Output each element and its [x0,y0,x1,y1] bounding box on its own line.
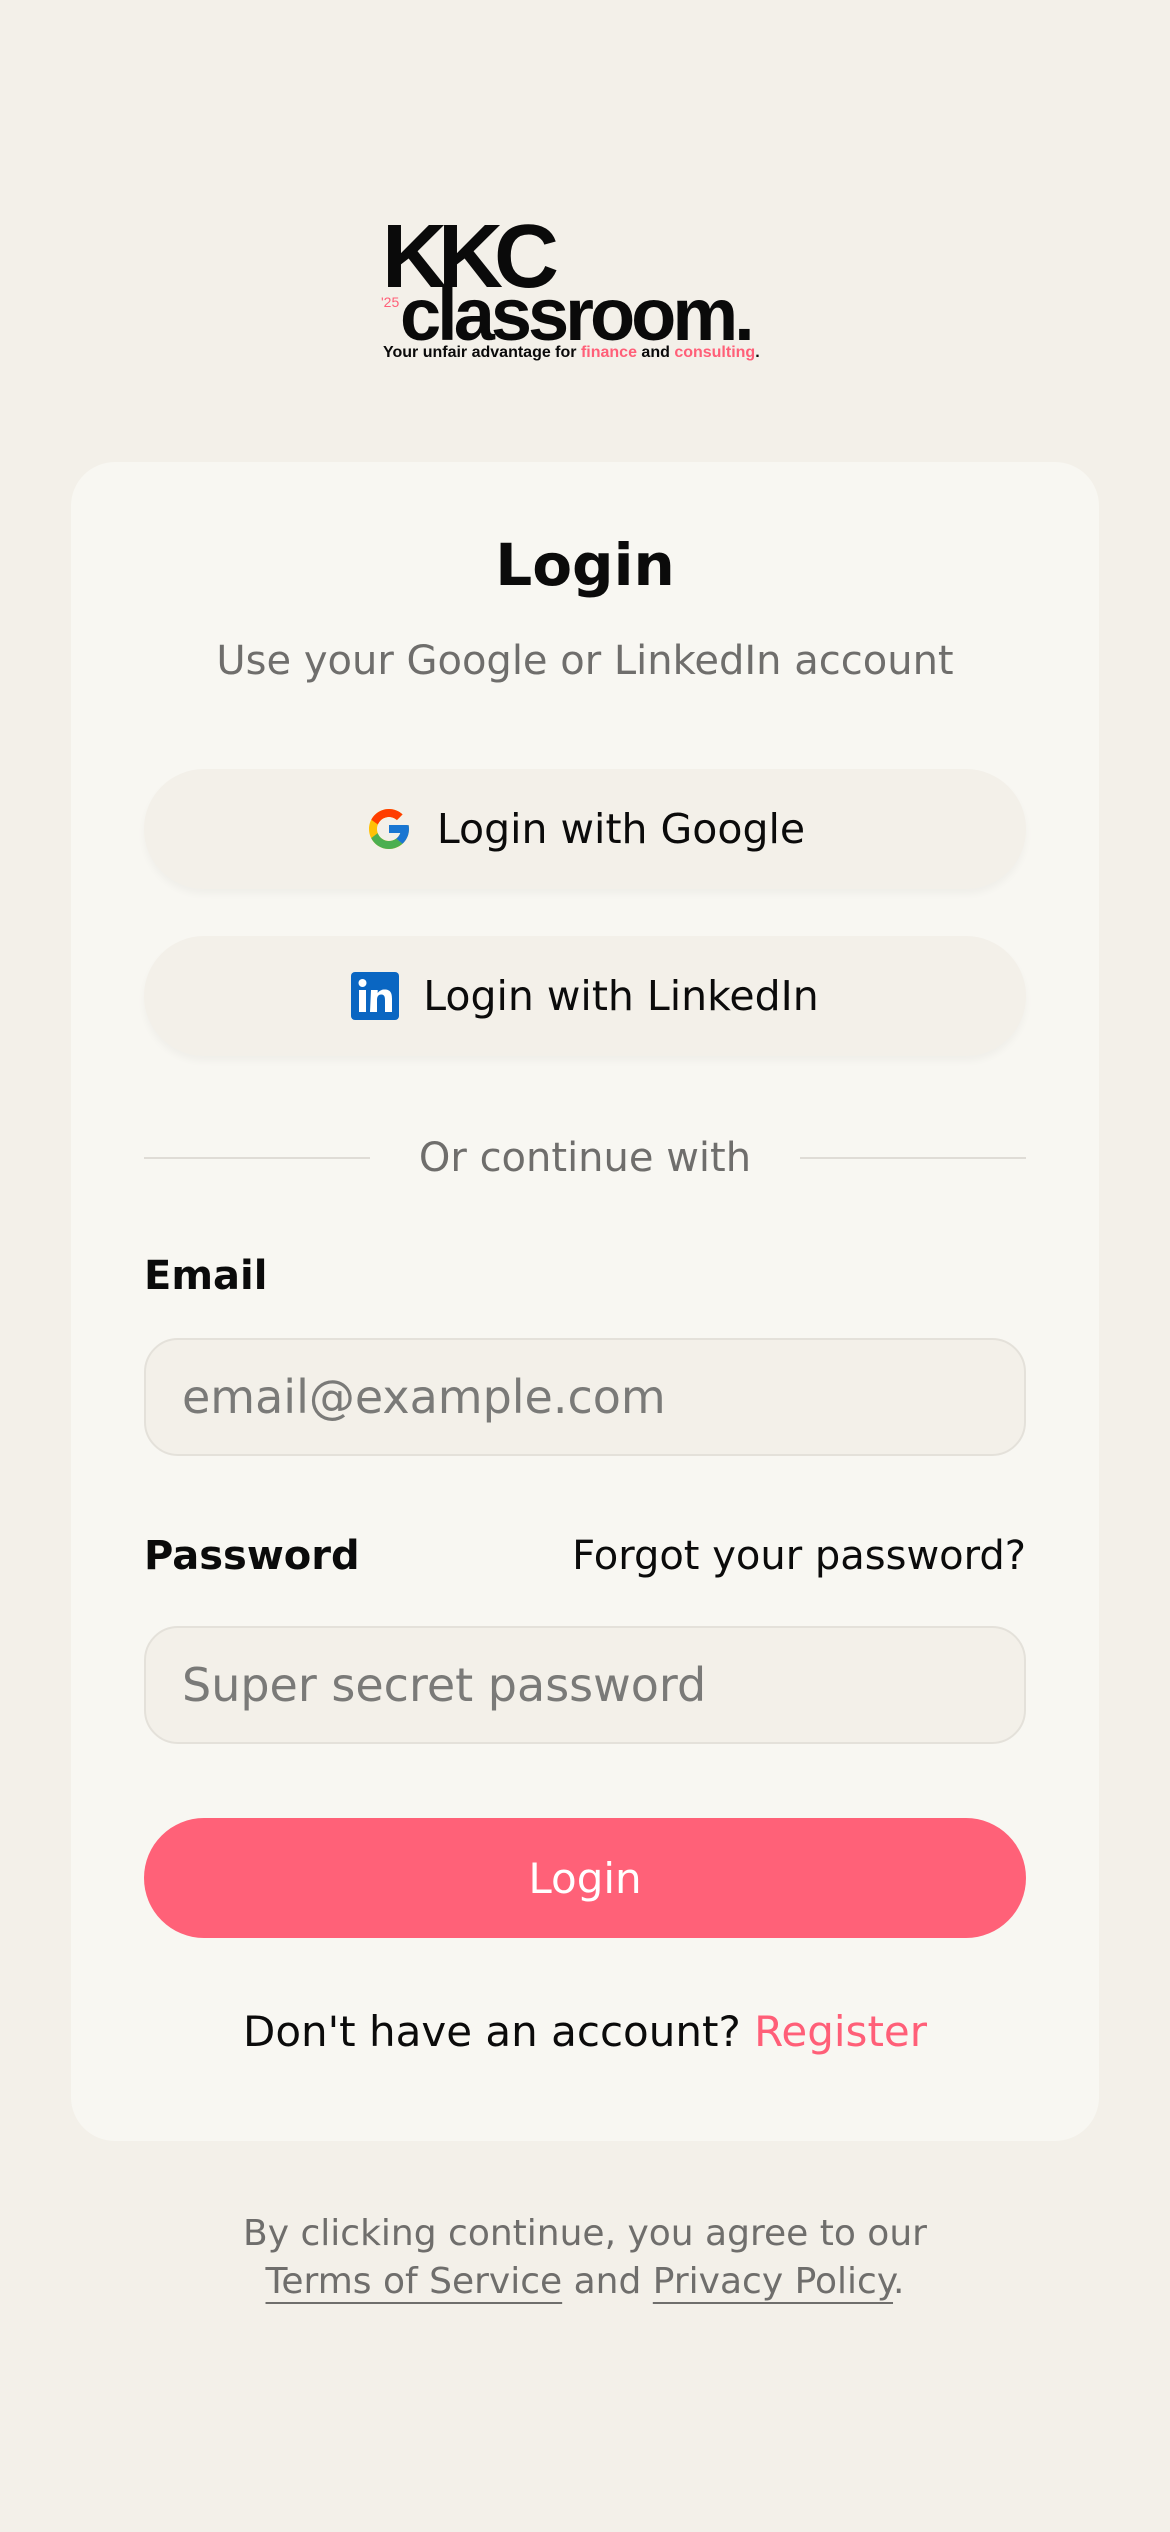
footer-links-line: Terms of Service and Privacy Policy. [0,2258,1170,2306]
terms-footer: By clicking continue, you agree to our T… [0,2210,1170,2306]
footer-and: and [562,2261,653,2302]
login-card: Login Use your Google or LinkedIn accoun… [71,462,1099,2141]
tagline-part: Your unfair advantage for [383,344,581,361]
tagline-finance: finance [580,344,637,361]
page-title: Login [495,531,675,599]
logo-classroom-text: classroom. [400,273,755,356]
or-divider: Or continue with [144,1128,1026,1188]
login-button[interactable]: Login [144,1818,1026,1938]
privacy-policy-link[interactable]: Privacy Policy [653,2261,893,2302]
login-with-linkedin-button[interactable]: Login with LinkedIn [144,936,1026,1056]
page-subtitle: Use your Google or LinkedIn account [216,638,954,684]
forgot-password-link[interactable]: Forgot your password? [572,1532,1026,1580]
footer-period: . [893,2261,905,2302]
tagline-consulting: consulting [674,344,756,361]
google-button-label: Login with Google [436,805,806,853]
password-field[interactable] [144,1626,1026,1744]
password-label: Password [144,1533,360,1579]
linkedin-icon [351,972,400,1020]
login-with-google-button[interactable]: Login with Google [144,769,1026,889]
register-prompt: Don't have an account? Register [71,2007,1099,2057]
google-icon [365,805,413,853]
email-label: Email [144,1253,268,1299]
tagline-part: and [636,344,675,361]
logo-year: '25 [381,294,400,310]
email-field[interactable] [144,1338,1026,1456]
logo-tagline: Your unfair advantage for finance and co… [383,344,760,362]
linkedin-button-label: Login with LinkedIn [423,972,819,1020]
register-prompt-text: Don't have an account? [242,2007,755,2056]
tagline-part: . [755,344,760,361]
divider-line-right [800,1157,1026,1159]
register-link[interactable]: Register [754,2007,927,2056]
terms-of-service-link[interactable]: Terms of Service [266,2261,563,2302]
kkc-classroom-logo: KKC '25 classroom. Your unfair advantage… [380,212,800,366]
footer-text: By clicking continue, you agree to our [243,2213,927,2254]
